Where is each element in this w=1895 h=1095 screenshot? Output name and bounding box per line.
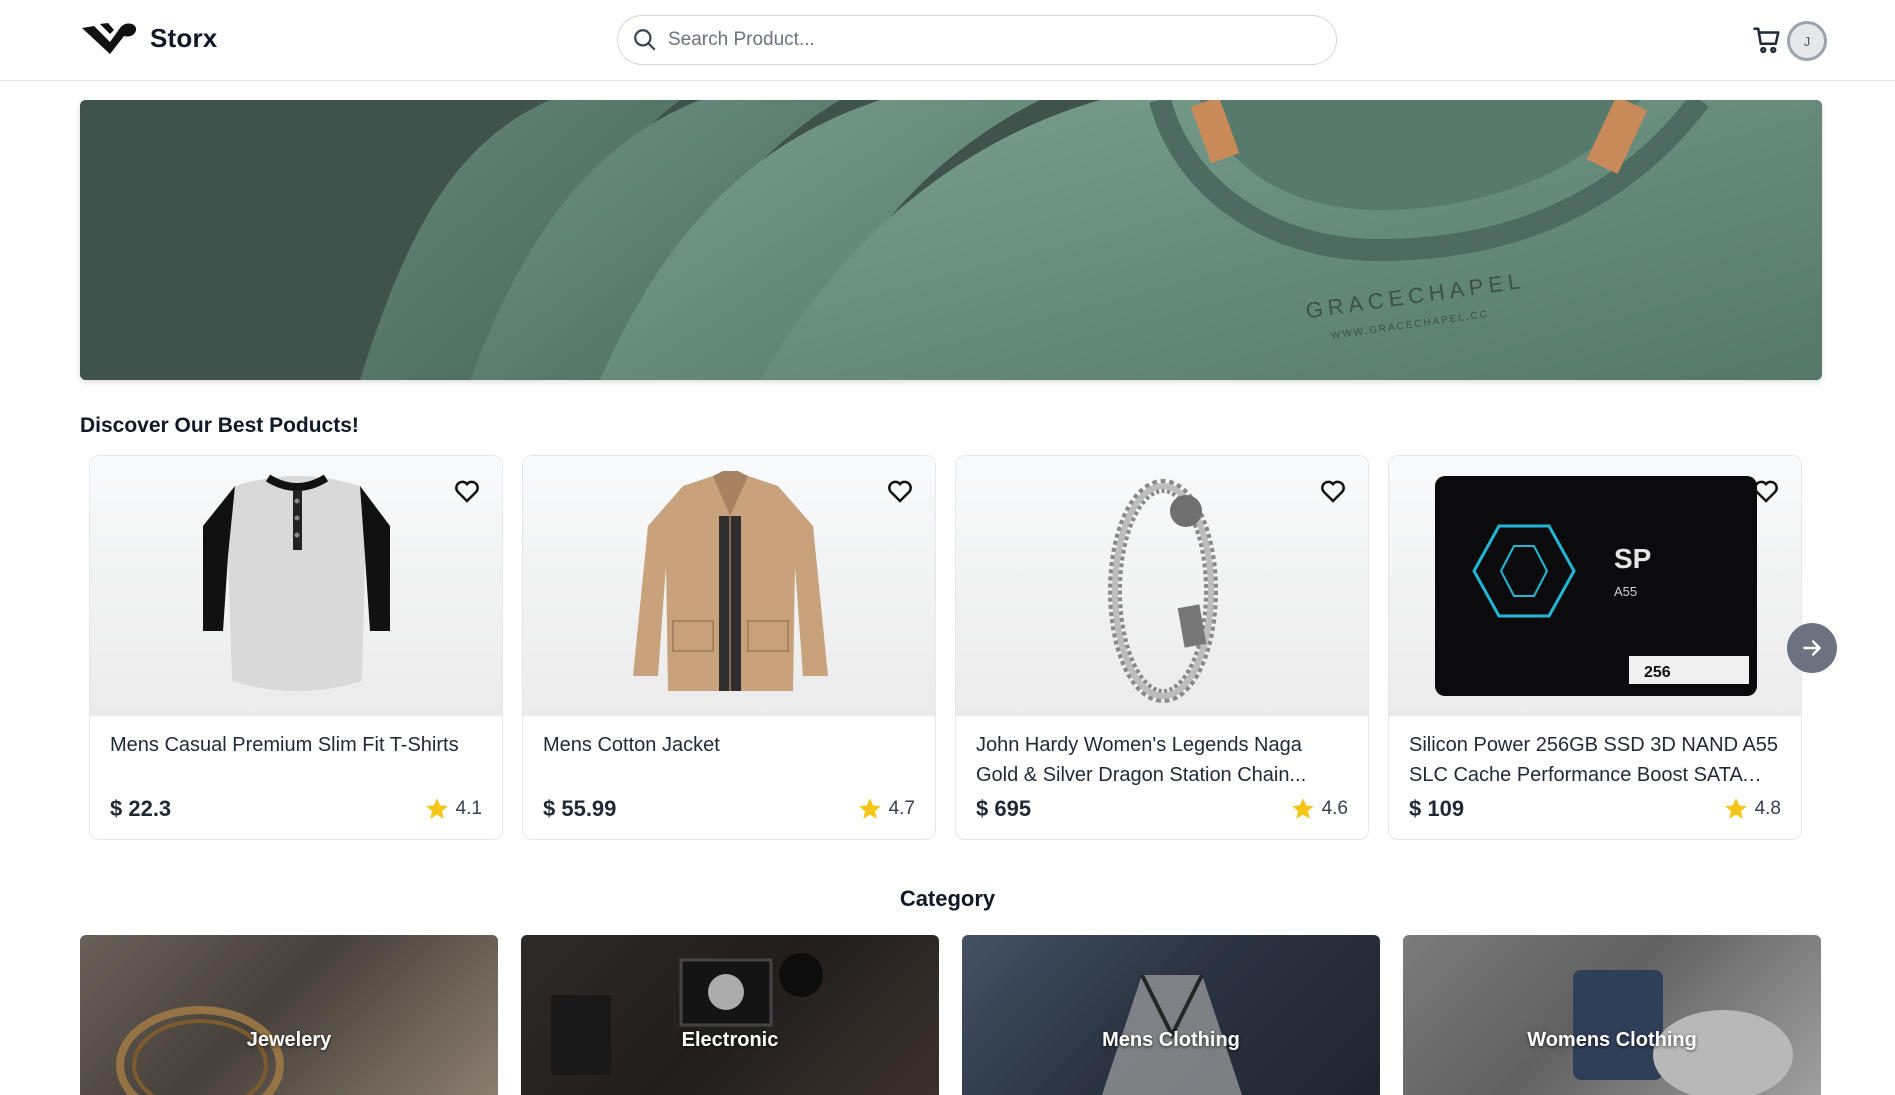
product-image	[523, 456, 935, 716]
carousel-next-button[interactable]	[1787, 623, 1837, 673]
product-rating: 4.7	[857, 796, 915, 822]
search-bar[interactable]	[617, 15, 1337, 65]
storx-logo-icon	[82, 23, 137, 54]
product-image	[90, 456, 502, 716]
category-tile-mens-clothing[interactable]: Mens Clothing	[962, 935, 1380, 1095]
product-image: SP A55 256	[1389, 456, 1801, 716]
category-label: Mens Clothing	[1102, 1029, 1240, 1051]
heart-icon[interactable]	[452, 476, 482, 506]
star-icon	[1724, 798, 1747, 819]
cart-icon[interactable]	[1752, 25, 1782, 55]
hero-banner: GRACECHAPEL WWW.GRACECHAPEL.CC	[80, 100, 1822, 380]
arrow-right-icon	[1803, 640, 1821, 656]
product-card[interactable]: Mens Cotton Jacket $ 55.99 4.7	[522, 455, 936, 840]
category-section-title: Category	[899, 886, 996, 911]
product-price: $ 55.99	[543, 796, 617, 821]
category-tile-womens-clothing[interactable]: Womens Clothing	[1403, 935, 1821, 1095]
jewelery-image	[80, 935, 498, 1095]
heart-icon[interactable]	[885, 476, 915, 506]
star-icon	[425, 798, 448, 819]
ssd-model: A55	[1614, 584, 1637, 599]
banner-shirts-image: GRACECHAPEL WWW.GRACECHAPEL.CC	[80, 100, 1822, 380]
search-icon	[634, 29, 656, 51]
rating-value: 4.6	[1321, 798, 1348, 819]
category-tile-jewelery[interactable]: Jewelery	[80, 935, 498, 1095]
ssd-capacity: 256	[1644, 664, 1671, 681]
star-icon	[1291, 798, 1314, 819]
star-icon	[858, 798, 881, 819]
product-card[interactable]: Mens Casual Premium Slim Fit T-Shirts $ …	[89, 455, 503, 840]
heart-icon[interactable]	[1751, 476, 1781, 506]
product-title[interactable]: Mens Cotton Jacket	[543, 730, 913, 760]
product-title[interactable]: Mens Casual Premium Slim Fit T-Shirts	[110, 730, 480, 760]
product-rating: 4.1	[424, 796, 482, 822]
product-price: $ 109	[1409, 796, 1465, 821]
product-card[interactable]: SP A55 256 Silicon Power 256GB SSD 3D NA…	[1388, 455, 1802, 840]
ssd-brand-mark: SP	[1614, 543, 1651, 574]
brand-name: Storx	[150, 22, 218, 53]
top-navbar: Storx J	[0, 0, 1895, 81]
heart-icon[interactable]	[1318, 476, 1348, 506]
product-title[interactable]: John Hardy Women's Legends Naga Gold & S…	[976, 730, 1346, 790]
electronic-image	[521, 935, 939, 1095]
user-avatar[interactable]: J	[1787, 21, 1827, 61]
rating-value: 4.7	[888, 798, 915, 819]
henley-shirt-image	[203, 474, 390, 691]
jacket-image	[633, 471, 828, 691]
mens-clothing-image	[962, 935, 1380, 1095]
search-input[interactable]	[668, 29, 1288, 51]
product-price: $ 22.3	[110, 796, 172, 821]
ssd-image: SP A55 256	[1435, 476, 1757, 696]
product-image	[956, 456, 1368, 716]
product-title[interactable]: Silicon Power 256GB SSD 3D NAND A55 SLC …	[1409, 730, 1779, 790]
product-card[interactable]: John Hardy Women's Legends Naga Gold & S…	[955, 455, 1369, 840]
avatar-initial: J	[1803, 33, 1811, 49]
category-label: Electronic	[681, 1029, 779, 1051]
rating-value: 4.8	[1754, 798, 1781, 819]
product-rating: 4.8	[1723, 796, 1781, 822]
category-label: Womens Clothing	[1527, 1029, 1697, 1051]
product-rating: 4.6	[1290, 796, 1348, 822]
products-section-title: Discover Our Best Poducts!	[80, 414, 359, 437]
category-tile-electronic[interactable]: Electronic	[521, 935, 939, 1095]
womens-clothing-image	[1403, 935, 1821, 1095]
category-label: Jewelery	[246, 1029, 332, 1051]
rating-value: 4.1	[455, 798, 482, 819]
bracelet-image	[1108, 479, 1218, 703]
product-price: $ 695	[976, 796, 1032, 821]
brand-logo-link[interactable]: Storx	[80, 20, 217, 56]
